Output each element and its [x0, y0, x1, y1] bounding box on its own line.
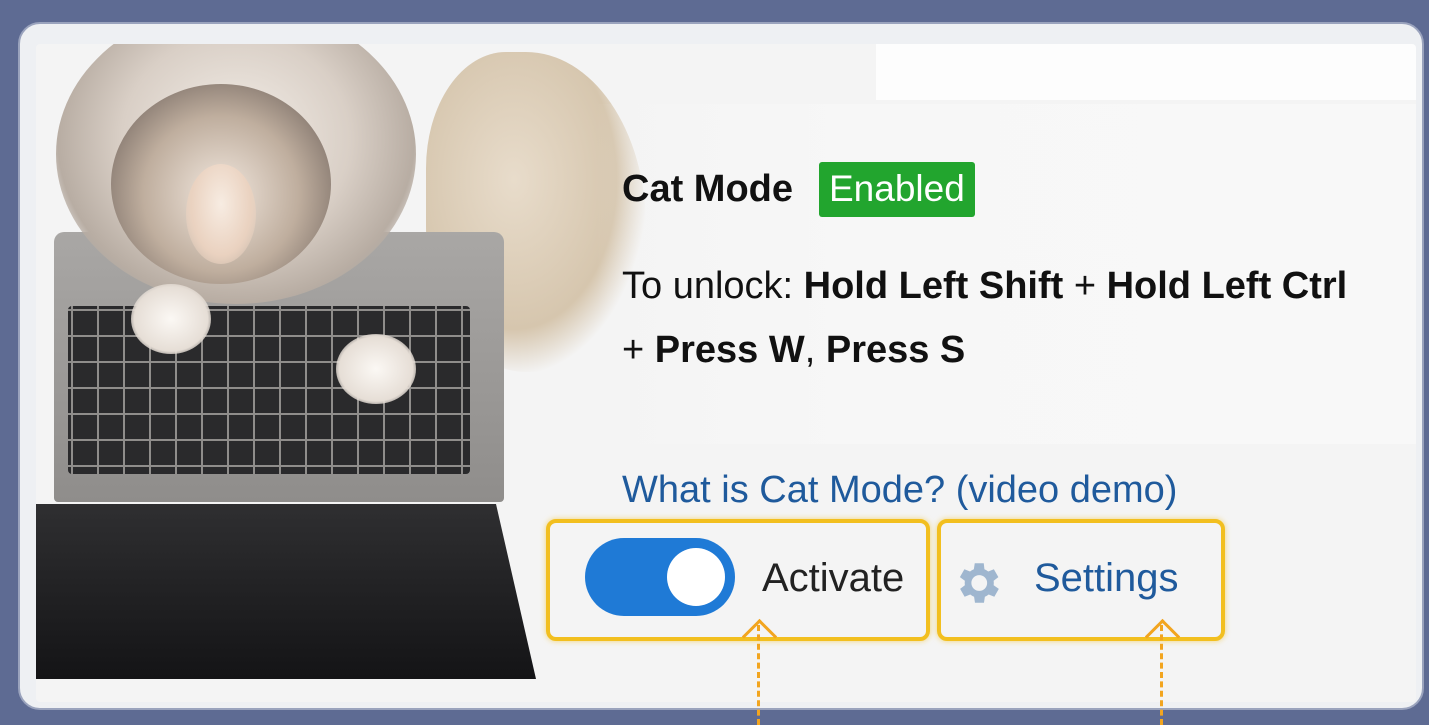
cat-paw-right — [336, 334, 416, 404]
toggle-knob — [667, 548, 725, 606]
activate-toggle[interactable] — [585, 538, 735, 616]
title-row: Cat Mode Enabled — [622, 162, 975, 217]
comma-separator: , — [804, 329, 826, 371]
status-badge: Enabled — [819, 162, 975, 217]
unlock-prefix: To unlock: — [622, 265, 804, 307]
plus-separator: + — [622, 329, 655, 371]
cat-mode-title: Cat Mode — [622, 168, 793, 210]
keyboard-image — [68, 306, 470, 474]
key-press-s: Press S — [825, 329, 966, 371]
settings-button[interactable]: Settings — [1034, 556, 1179, 601]
plus-separator: + — [1063, 265, 1107, 307]
unlock-instructions: To unlock: Hold Left Shift + Hold Left C… — [622, 254, 1362, 382]
key-press-w: Press W — [654, 329, 805, 371]
video-demo-link[interactable]: What is Cat Mode? (video demo) — [622, 469, 1177, 512]
laptop-base-image — [36, 504, 536, 679]
cat-paw-left — [131, 284, 211, 354]
gear-icon[interactable] — [950, 556, 1004, 610]
top-strip — [876, 44, 1416, 100]
key-hold-left-shift: Hold Left Shift — [803, 265, 1064, 307]
cat-laptop-illustration — [36, 44, 646, 684]
cat-face-image — [186, 164, 256, 264]
key-hold-left-ctrl: Hold Left Ctrl — [1106, 265, 1348, 307]
activate-label[interactable]: Activate — [762, 556, 904, 601]
